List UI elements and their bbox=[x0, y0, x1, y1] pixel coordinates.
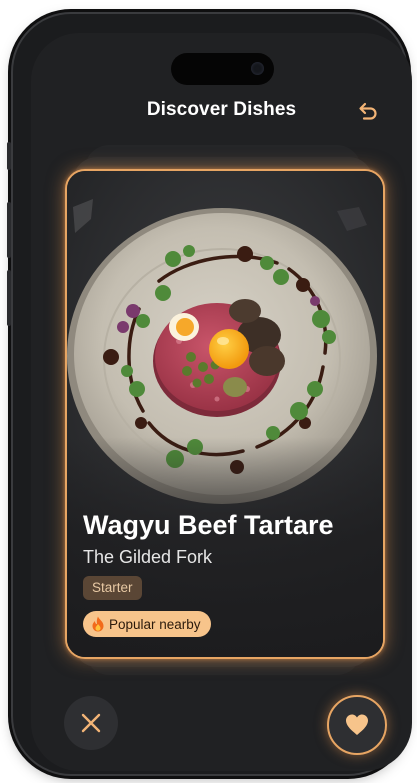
phone-volume-down bbox=[7, 270, 11, 326]
dynamic-island bbox=[171, 53, 274, 85]
undo-icon bbox=[359, 102, 377, 120]
popular-badge-label: Popular nearby bbox=[109, 616, 201, 632]
dish-card[interactable]: Wagyu Beef Tartare The Gilded Fork Start… bbox=[65, 169, 385, 659]
camera-icon bbox=[251, 62, 264, 75]
fire-icon bbox=[92, 616, 104, 632]
popular-badge: Popular nearby bbox=[83, 611, 211, 637]
dish-name: Wagyu Beef Tartare bbox=[83, 510, 334, 540]
heart-icon bbox=[346, 714, 368, 735]
like-button[interactable] bbox=[327, 695, 387, 755]
app-screen: Discover Dishes Wagyu Beef Tartare The G… bbox=[31, 33, 412, 771]
category-tag: Starter bbox=[83, 576, 142, 600]
dislike-button[interactable] bbox=[64, 696, 118, 750]
close-icon bbox=[81, 713, 101, 733]
phone-side-button bbox=[7, 142, 11, 170]
restaurant-name: The Gilded Fork bbox=[83, 547, 213, 567]
undo-button[interactable] bbox=[353, 96, 383, 126]
phone-frame: Discover Dishes Wagyu Beef Tartare The G… bbox=[7, 14, 412, 774]
phone-volume-up bbox=[7, 202, 11, 258]
